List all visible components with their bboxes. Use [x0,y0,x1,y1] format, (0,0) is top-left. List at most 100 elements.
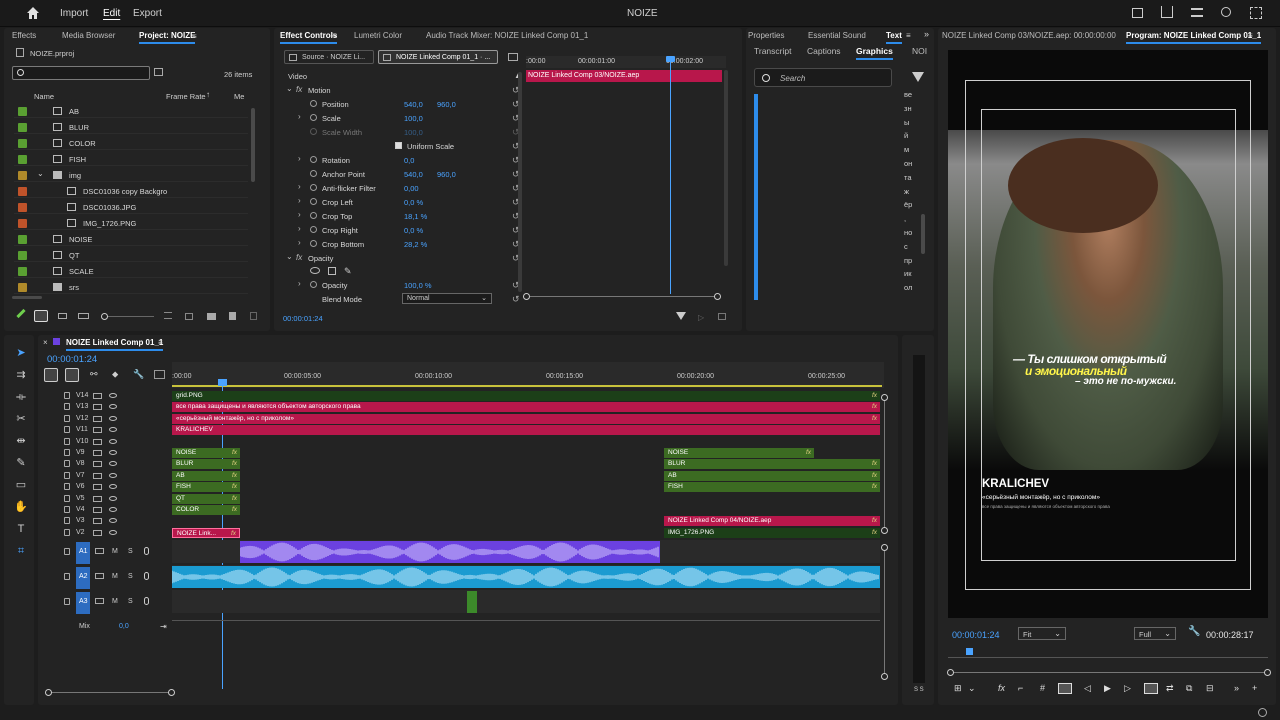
expand-icon[interactable]: › [298,182,301,191]
effect-property-row[interactable]: › Crop Bottom 28,2 % ↺ [282,237,526,251]
play-icon[interactable]: ▶ [1104,683,1111,694]
clip-comp-left[interactable]: NOIZE Link... fx [172,527,240,538]
tab-text[interactable]: Text [886,31,902,44]
tab-essential-sound[interactable]: Essential Sound [808,31,866,40]
ec-playhead[interactable] [670,56,671,294]
effect-property-row[interactable]: › Rotation 0,0 ↺ [282,153,526,167]
effect-property-value-2[interactable]: 960,0 [437,170,456,179]
mic-icon[interactable] [144,597,149,605]
stopwatch-icon[interactable] [310,212,317,219]
audio-a2-clip[interactable] [172,566,880,588]
timeline-ruler[interactable]: :00:00 00:00:05:00 00:00:10:00 00:00:15:00 0… [172,362,884,388]
label-color-swatch[interactable] [18,251,27,260]
workspace-icon[interactable] [1132,8,1143,18]
linked-selection-icon[interactable]: ⚯ [90,369,98,380]
eye-icon[interactable] [109,393,117,398]
clip-grid[interactable]: grid.PNG fx [172,391,880,401]
effect-property-row[interactable]: › Crop Left 0,0 % ↺ [282,195,526,209]
clip-adjustment[interactable]: COLOR fx [172,505,240,515]
clip-adjustment[interactable]: AB fx [664,470,880,481]
clip-img[interactable]: IMG_1726.PNG fx [664,527,880,538]
subtab-sequence[interactable]: NOIZE Linked Comp 01_1 · ... [378,50,498,64]
expand-icon[interactable]: › [298,196,301,205]
eye-icon[interactable] [109,450,117,455]
subtab-noi[interactable]: NOI [912,46,927,56]
stopwatch-icon[interactable] [310,226,317,233]
lock-icon[interactable] [64,414,70,422]
effect-property-value[interactable]: 28,2 % [404,240,427,249]
video-track-header[interactable]: V8 [38,459,168,470]
scroll-handle-left[interactable] [45,689,52,696]
motion-row[interactable]: ⌄ fx Motion ↺ [282,83,526,97]
timeline-vscroll-top[interactable] [881,394,888,534]
project-item[interactable]: AB [14,104,248,118]
scroll-handle[interactable] [881,527,888,534]
ec-timecode[interactable]: 00:00:01:24 [283,314,323,323]
stopwatch-icon[interactable] [310,100,317,107]
menu-import[interactable]: Import [60,8,88,19]
effect-property-row[interactable]: › Crop Right 0,0 % ↺ [282,223,526,237]
sync-lock-icon[interactable] [93,438,102,445]
filter-icon[interactable] [912,72,924,82]
mark-in-icon[interactable]: ⌐ [1018,683,1023,693]
effect-property-row[interactable]: › Scale 100,0 ↺ [282,111,526,125]
eye-icon[interactable] [109,518,117,524]
new-bin-icon[interactable] [154,68,163,76]
fullscreen-icon[interactable] [1250,7,1262,19]
checkbox[interactable] [395,142,402,149]
caption-tool-icon[interactable]: ⌗ [12,543,30,559]
scroll-handle[interactable] [881,544,888,551]
sync-lock-icon[interactable] [95,598,104,604]
label-color-swatch[interactable] [18,219,27,228]
effect-property-row[interactable]: › Crop Top 18,1 % ↺ [282,209,526,223]
sync-lock-icon[interactable] [93,507,102,513]
tab-source-monitor[interactable]: NOIZE Linked Comp 03/NOIZE.aep: 00:00:00… [942,31,1116,40]
eye-icon[interactable] [109,415,117,421]
sync-lock-icon[interactable] [93,393,102,399]
lock-icon[interactable] [64,528,70,536]
expand-icon[interactable]: ⌄ [286,252,293,261]
program-timecode[interactable]: 00:00:01:24 [952,630,1000,640]
export-frame-icon[interactable]: ⧉ [1186,683,1192,694]
program-video-frame[interactable]: — Ты слишком открытый и эмоциональный – … [948,50,1268,618]
stopwatch-icon[interactable] [310,156,317,163]
video-track-header[interactable]: V5 [38,494,168,505]
overwrite-icon[interactable]: ⇄ [1166,683,1174,694]
clip-adjustment[interactable]: FISH fx [664,482,880,493]
scroll-handle-right[interactable] [714,293,721,300]
lock-icon[interactable] [64,426,70,434]
go-to-end-icon[interactable]: ⇥ [160,622,167,631]
label-color-swatch[interactable] [18,203,27,212]
panel-menu-icon[interactable]: ≡ [158,338,163,347]
list-view-icon[interactable] [34,310,48,322]
effect-property-value[interactable]: 100,0 [404,114,423,123]
clip-subtitle[interactable]: «серьёзный монтажёр, но с приколом» fx [172,413,880,424]
video-track-header[interactable]: V14 [38,391,168,402]
lock-icon[interactable] [64,437,70,445]
stopwatch-icon[interactable] [310,240,317,247]
blend-mode-select[interactable]: Normal ⌄ [402,293,492,304]
lock-icon[interactable] [64,517,70,525]
sync-lock-icon[interactable] [93,472,102,479]
ec-playhead-handle[interactable] [666,56,675,62]
fx-toggle-icon[interactable]: fx [998,683,1005,693]
stopwatch-icon[interactable] [310,128,317,135]
tab-program-monitor[interactable]: Program: NOIZE Linked Comp 01_1 [1126,31,1262,44]
label-color-swatch[interactable] [18,123,27,132]
clip-adjustment[interactable]: NOISE fx [664,448,814,458]
zoom-select[interactable]: Fit ⌄ [1018,627,1066,640]
snap-icon[interactable] [65,368,79,382]
mute-button[interactable]: M [112,573,118,580]
chevron-down-icon[interactable]: ⌄ [37,169,44,178]
play-audio-icon[interactable]: ▷ [698,313,704,322]
ec-clip-bar[interactable]: NOIZE Linked Comp 03/NOIZE.aep [526,70,722,82]
expand-icon[interactable]: › [298,112,301,121]
expand-icon[interactable]: › [298,210,301,219]
graphics-vscroll[interactable] [921,214,925,254]
stopwatch-icon[interactable] [310,281,317,288]
clip-adjustment[interactable]: NOISE fx [172,448,240,458]
type-tool-icon[interactable]: T [12,521,30,537]
effect-property-row[interactable]: Anchor Point 540,0 960,0 ↺ [282,167,526,181]
more-icon[interactable]: » [1234,683,1239,693]
video-track-header[interactable]: V3 [38,516,168,527]
